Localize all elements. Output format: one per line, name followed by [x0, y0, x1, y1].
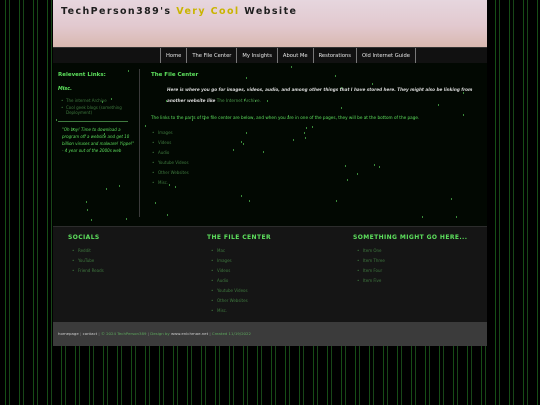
content-area: Relevent Links: Misc. The internet Archi…	[53, 63, 487, 226]
page-title: The File Center	[151, 72, 199, 78]
file-center-links: Images Videos Audio Youtube Videos Other…	[151, 128, 481, 188]
star-speck	[145, 125, 146, 127]
star-speck	[456, 216, 457, 218]
nav-about-me[interactable]: About Me	[276, 48, 313, 64]
sidebar-link-list: The internet Archive Cool geek blogs (so…	[58, 98, 135, 115]
link-youtube-videos[interactable]: Youtube Videos	[152, 158, 481, 168]
title-accent: Very Cool	[176, 6, 240, 17]
nav-old-internet-guide[interactable]: Old Internet Guide	[356, 48, 416, 64]
nav-restorations[interactable]: Restorations	[312, 48, 356, 64]
sidebar-quote: "Oh boy! Time to download a program off …	[62, 127, 135, 153]
footer-item-one[interactable]: Item One	[357, 246, 467, 256]
footer-column-socials: SOCIALS Reddit YouTube Friend Reads	[68, 234, 104, 276]
footer-link-videos[interactable]: Videos	[211, 266, 271, 276]
link-misc[interactable]: Misc.	[152, 178, 481, 188]
star-speck	[167, 214, 168, 216]
footer-item-three[interactable]: Item Three	[357, 256, 467, 266]
sidebar-heading: Relevent Links:	[58, 72, 106, 78]
footer-item-five[interactable]: Item Five	[357, 276, 467, 286]
footer-design-label: Design by	[150, 331, 170, 336]
nav-file-center[interactable]: The File Center	[186, 48, 236, 64]
footer-bar: homepage | contact | © 2024 TechPerson38…	[53, 322, 487, 346]
nav-menu: Home The File Center My Insights About M…	[160, 48, 416, 64]
link-videos[interactable]: Videos	[152, 138, 481, 148]
intro-text: Here is where you go for images, videos,…	[167, 84, 481, 106]
sidebar: Relevent Links: Misc. The internet Archi…	[58, 72, 135, 154]
footer-separator: |	[98, 331, 100, 336]
star-speck	[422, 216, 423, 218]
star-speck	[241, 195, 242, 197]
footer-copyright: © 2024 TechPerson389	[100, 331, 147, 336]
star-speck	[126, 218, 127, 220]
file-center-footer-list: Mac Images Videos Audio Youtube Videos O…	[207, 246, 271, 316]
footer-link-other-websites[interactable]: Other Websites	[211, 296, 271, 306]
link-audio[interactable]: Audio	[152, 148, 481, 158]
footer-link-mac[interactable]: Mac	[211, 246, 271, 256]
column-divider	[139, 69, 140, 217]
footer-heading-socials: SOCIALS	[68, 234, 100, 241]
footer-link-misc[interactable]: Misc.	[211, 306, 271, 316]
star-speck	[56, 119, 57, 121]
social-link-reddit[interactable]: Reddit	[72, 246, 104, 256]
star-speck	[86, 201, 87, 203]
page-wrapper: TechPerson389's Very Cool Website Home T…	[53, 0, 487, 346]
title-suffix: Website	[244, 6, 298, 17]
star-speck	[119, 185, 120, 187]
site-title: TechPerson389's Very Cool Website	[61, 6, 297, 17]
star-speck	[155, 202, 156, 204]
footer-separator: |	[80, 331, 82, 336]
link-images[interactable]: Images	[152, 128, 481, 138]
star-speck	[106, 188, 107, 190]
star-speck	[451, 198, 452, 200]
footer-columns: SOCIALS Reddit YouTube Friend Reads THE …	[53, 226, 487, 323]
main-content: The File Center Here is where you go for…	[151, 72, 481, 188]
sidebar-divider	[58, 121, 128, 122]
footer-separator: |	[147, 331, 149, 336]
footer-homepage-link[interactable]: homepage	[58, 331, 79, 336]
sidebar-subheading: Misc.	[58, 87, 72, 92]
footer-heading-something: SOMETHING MIGHT GO HERE...	[353, 234, 468, 241]
footer-design-link[interactable]: www.enlchmae.net	[171, 331, 208, 336]
social-link-youtube[interactable]: YouTube	[72, 256, 104, 266]
intro-body: Here is where you go for images, videos,…	[167, 87, 473, 103]
footer-link-youtube-videos[interactable]: Youtube Videos	[211, 286, 271, 296]
footer-column-file-center: THE FILE CENTER Mac Images Videos Audio …	[207, 234, 271, 316]
footer-created-date: Created 11/19/2022	[211, 331, 251, 336]
footer-column-something: SOMETHING MIGHT GO HERE... Item One Item…	[353, 234, 467, 286]
footer-item-four[interactable]: Item Four	[357, 266, 467, 276]
footer-separator: |	[209, 331, 211, 336]
footer-link-images[interactable]: Images	[211, 256, 271, 266]
star-speck	[291, 66, 292, 68]
link-other-websites[interactable]: Other Websites	[152, 168, 481, 178]
footer-heading-file-center: THE FILE CENTER	[207, 234, 271, 241]
social-link-friend-reads[interactable]: Friend Reads	[72, 266, 104, 276]
sidebar-link-geek-blogs[interactable]: Cool geek blogs (something Deployment)	[61, 105, 135, 115]
site-header: TechPerson389's Very Cool Website	[53, 0, 487, 47]
footer-contact-link[interactable]: contact	[83, 331, 98, 336]
sidebar-link-internet-archive[interactable]: The internet Archive	[61, 98, 135, 103]
file-center-note: The links to the parts of the file cente…	[151, 115, 420, 120]
star-speck	[249, 200, 250, 202]
footer-text: homepage | contact | © 2024 TechPerson38…	[58, 331, 251, 336]
internet-archive-link[interactable]: The Internet Archive.	[217, 98, 261, 103]
title-prefix: TechPerson389's	[61, 6, 172, 17]
socials-list: Reddit YouTube Friend Reads	[68, 246, 104, 276]
star-speck	[87, 209, 88, 211]
star-speck	[91, 219, 92, 221]
footer-link-audio[interactable]: Audio	[211, 276, 271, 286]
nav-home[interactable]: Home	[160, 48, 186, 64]
nav-my-insights[interactable]: My Insights	[236, 48, 276, 64]
star-speck	[336, 200, 337, 202]
something-list: Item One Item Three Item Four Item Five	[353, 246, 467, 286]
